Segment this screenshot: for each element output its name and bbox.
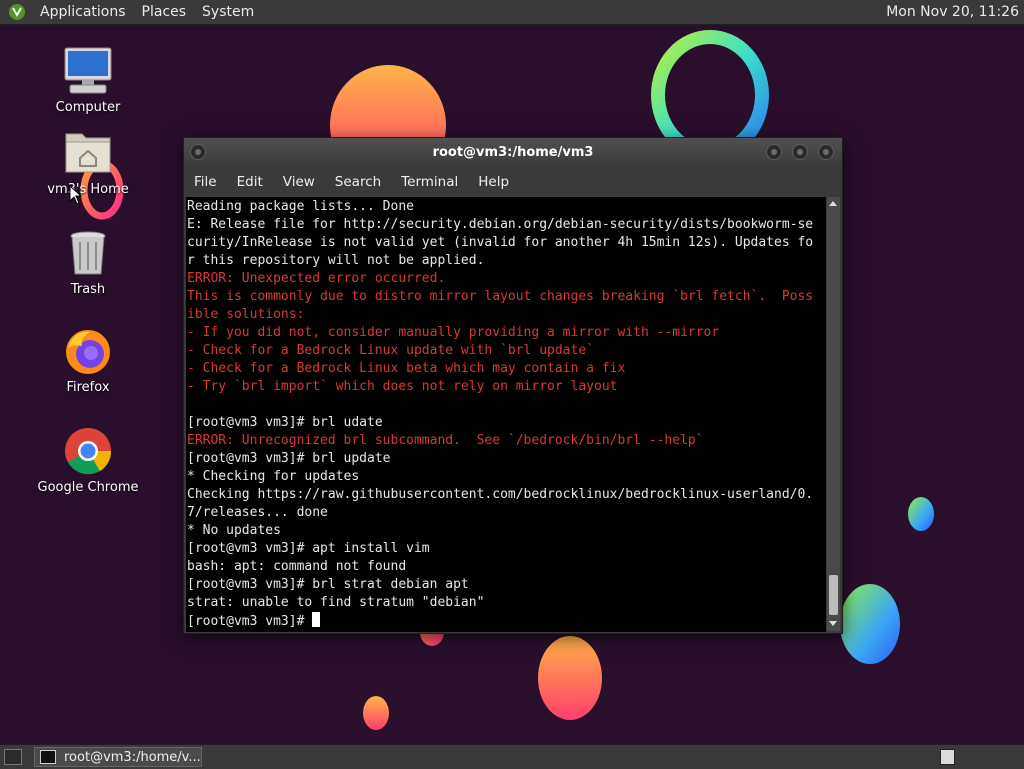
menu-system[interactable]: System xyxy=(194,0,262,24)
terminal-line: [root@vm3 vm3]# apt install vim xyxy=(186,540,826,558)
mate-logo-icon[interactable] xyxy=(8,3,26,21)
terminal-line-text: [root@vm3 vm3]# brl update xyxy=(187,451,391,466)
terminal-line: r this repository will not be applied. xyxy=(186,252,826,270)
trash-icon xyxy=(60,228,116,278)
terminal-line-text: Reading package lists... Done xyxy=(187,199,414,214)
window-menu-button[interactable] xyxy=(190,144,206,160)
terminal-line: * Checking for updates xyxy=(186,468,826,486)
terminal-line: ible solutions: xyxy=(186,306,826,324)
scroll-up-arrow-icon[interactable] xyxy=(829,201,837,206)
terminal-menubar: File Edit View Search Terminal Help xyxy=(184,168,842,196)
window-title: root@vm3:/home/vm3 xyxy=(432,145,594,160)
terminal-line: strat: unable to find stratum "debian" xyxy=(186,594,826,612)
menu-search[interactable]: Search xyxy=(325,174,391,190)
show-desktop-button[interactable] xyxy=(4,749,22,765)
terminal-line: - Check for a Bedrock Linux update with … xyxy=(186,342,826,360)
desktop-icon-label: vm3's Home xyxy=(47,182,129,197)
terminal-line: [root@vm3 vm3]# brl strat debian apt xyxy=(186,576,826,594)
terminal-line: - Try `brl import` which does not rely o… xyxy=(186,378,826,396)
terminal-cursor xyxy=(312,612,321,627)
terminal-line: This is commonly due to distro mirror la… xyxy=(186,288,826,306)
terminal-line: Reading package lists... Done xyxy=(186,198,826,216)
taskbar-item-label: root@vm3:/home/v... xyxy=(64,749,201,765)
terminal-window[interactable]: root@vm3:/home/vm3 File Edit View Search… xyxy=(183,137,843,634)
desktop-icon-label: Google Chrome xyxy=(37,480,139,495)
desktop-icon-firefox[interactable]: Firefox xyxy=(33,326,143,395)
terminal-line: bash: apt: command not found xyxy=(186,558,826,576)
desktop-icon-chrome[interactable]: Google Chrome xyxy=(33,426,143,495)
desktop-icon-label: Computer xyxy=(55,100,121,115)
terminal-line-text: strat: unable to find stratum "debian" xyxy=(187,595,485,610)
terminal-line-text: - Try `brl import` which does not rely o… xyxy=(187,379,618,394)
terminal-line-text: This is commonly due to distro mirror la… xyxy=(187,289,814,304)
terminal-line-text: E: Release file for http://security.debi… xyxy=(187,217,814,232)
terminal-line-text: r this repository will not be applied. xyxy=(187,253,485,268)
taskbar-item-terminal[interactable]: root@vm3:/home/v... xyxy=(34,747,202,767)
panel-clock[interactable]: Mon Nov 20, 11:26 xyxy=(886,0,1019,24)
menu-view[interactable]: View xyxy=(273,174,325,190)
desktop-icon-label: Firefox xyxy=(66,380,110,395)
terminal-line: - Check for a Bedrock Linux beta which m… xyxy=(186,360,826,378)
home-folder-icon xyxy=(60,128,116,178)
terminal-line-text: - Check for a Bedrock Linux beta which m… xyxy=(187,361,626,376)
terminal-line-text: [root@vm3 vm3]# xyxy=(187,614,313,629)
close-button[interactable] xyxy=(818,144,834,160)
chrome-icon xyxy=(60,426,116,476)
desktop-icon-label: Trash xyxy=(70,282,106,297)
menu-help[interactable]: Help xyxy=(468,174,519,190)
terminal-line: - If you did not, consider manually prov… xyxy=(186,324,826,342)
terminal-line: * No updates xyxy=(186,522,826,540)
terminal-line-text: [root@vm3 vm3]# brl udate xyxy=(187,415,383,430)
top-panel: Applications Places System Mon Nov 20, 1… xyxy=(0,0,1024,25)
terminal-line-text: - Check for a Bedrock Linux update with … xyxy=(187,343,594,358)
terminal-line-text: [root@vm3 vm3]# brl strat debian apt xyxy=(187,577,469,592)
terminal-line-text: Checking https://raw.githubusercontent.c… xyxy=(187,487,814,502)
terminal-line: curity/InRelease is not valid yet (inval… xyxy=(186,234,826,252)
terminal-titlebar[interactable]: root@vm3:/home/vm3 xyxy=(184,138,842,168)
menu-terminal[interactable]: Terminal xyxy=(391,174,468,190)
terminal-line: ERROR: Unrecognized brl subcommand. See … xyxy=(186,432,826,450)
terminal-line: 7/releases... done xyxy=(186,504,826,522)
terminal-line-text: ERROR: Unexpected error occurred. xyxy=(187,271,446,286)
terminal-line: E: Release file for http://security.debi… xyxy=(186,216,826,234)
minimize-button[interactable] xyxy=(766,144,782,160)
terminal-line-text: - If you did not, consider manually prov… xyxy=(187,325,720,340)
mouse-pointer-icon xyxy=(69,185,83,205)
desktop-icon-home[interactable]: vm3's Home xyxy=(33,128,143,197)
terminal-line-text: * No updates xyxy=(187,523,281,538)
terminal-line-text: curity/InRelease is not valid yet (inval… xyxy=(187,235,814,250)
computer-icon xyxy=(60,46,116,96)
scroll-down-arrow-icon[interactable] xyxy=(829,621,837,626)
terminal-scrollbar[interactable] xyxy=(827,197,840,631)
scrollbar-thumb[interactable] xyxy=(829,575,838,615)
firefox-icon xyxy=(60,326,116,376)
terminal-line-text: [root@vm3 vm3]# apt install vim xyxy=(187,541,430,556)
menu-file[interactable]: File xyxy=(184,174,227,190)
maximize-button[interactable] xyxy=(792,144,808,160)
desktop-icon-trash[interactable]: Trash xyxy=(33,228,143,297)
menu-applications[interactable]: Applications xyxy=(32,0,134,24)
terminal-line: [root@vm3 vm3]# xyxy=(186,612,826,630)
menu-places[interactable]: Places xyxy=(134,0,195,24)
menu-edit[interactable]: Edit xyxy=(227,174,273,190)
terminal-line: ERROR: Unexpected error occurred. xyxy=(186,270,826,288)
terminal-line-text: ible solutions: xyxy=(187,307,305,322)
terminal-line: [root@vm3 vm3]# brl update xyxy=(186,450,826,468)
workspace-switcher[interactable] xyxy=(940,749,955,765)
terminal-line-text: * Checking for updates xyxy=(187,469,360,484)
bottom-panel: root@vm3:/home/v... xyxy=(0,744,1024,769)
terminal-line: [root@vm3 vm3]# brl udate xyxy=(186,414,826,432)
terminal-line-text: 7/releases... done xyxy=(187,505,328,520)
terminal-icon xyxy=(40,750,56,764)
terminal-line-text: ERROR: Unrecognized brl subcommand. See … xyxy=(187,433,704,448)
desktop-icon-computer[interactable]: Computer xyxy=(33,46,143,115)
terminal-line: Checking https://raw.githubusercontent.c… xyxy=(186,486,826,504)
terminal-output[interactable]: Reading package lists... Done E: Release … xyxy=(186,197,826,632)
terminal-line-text: bash: apt: command not found xyxy=(187,559,407,574)
